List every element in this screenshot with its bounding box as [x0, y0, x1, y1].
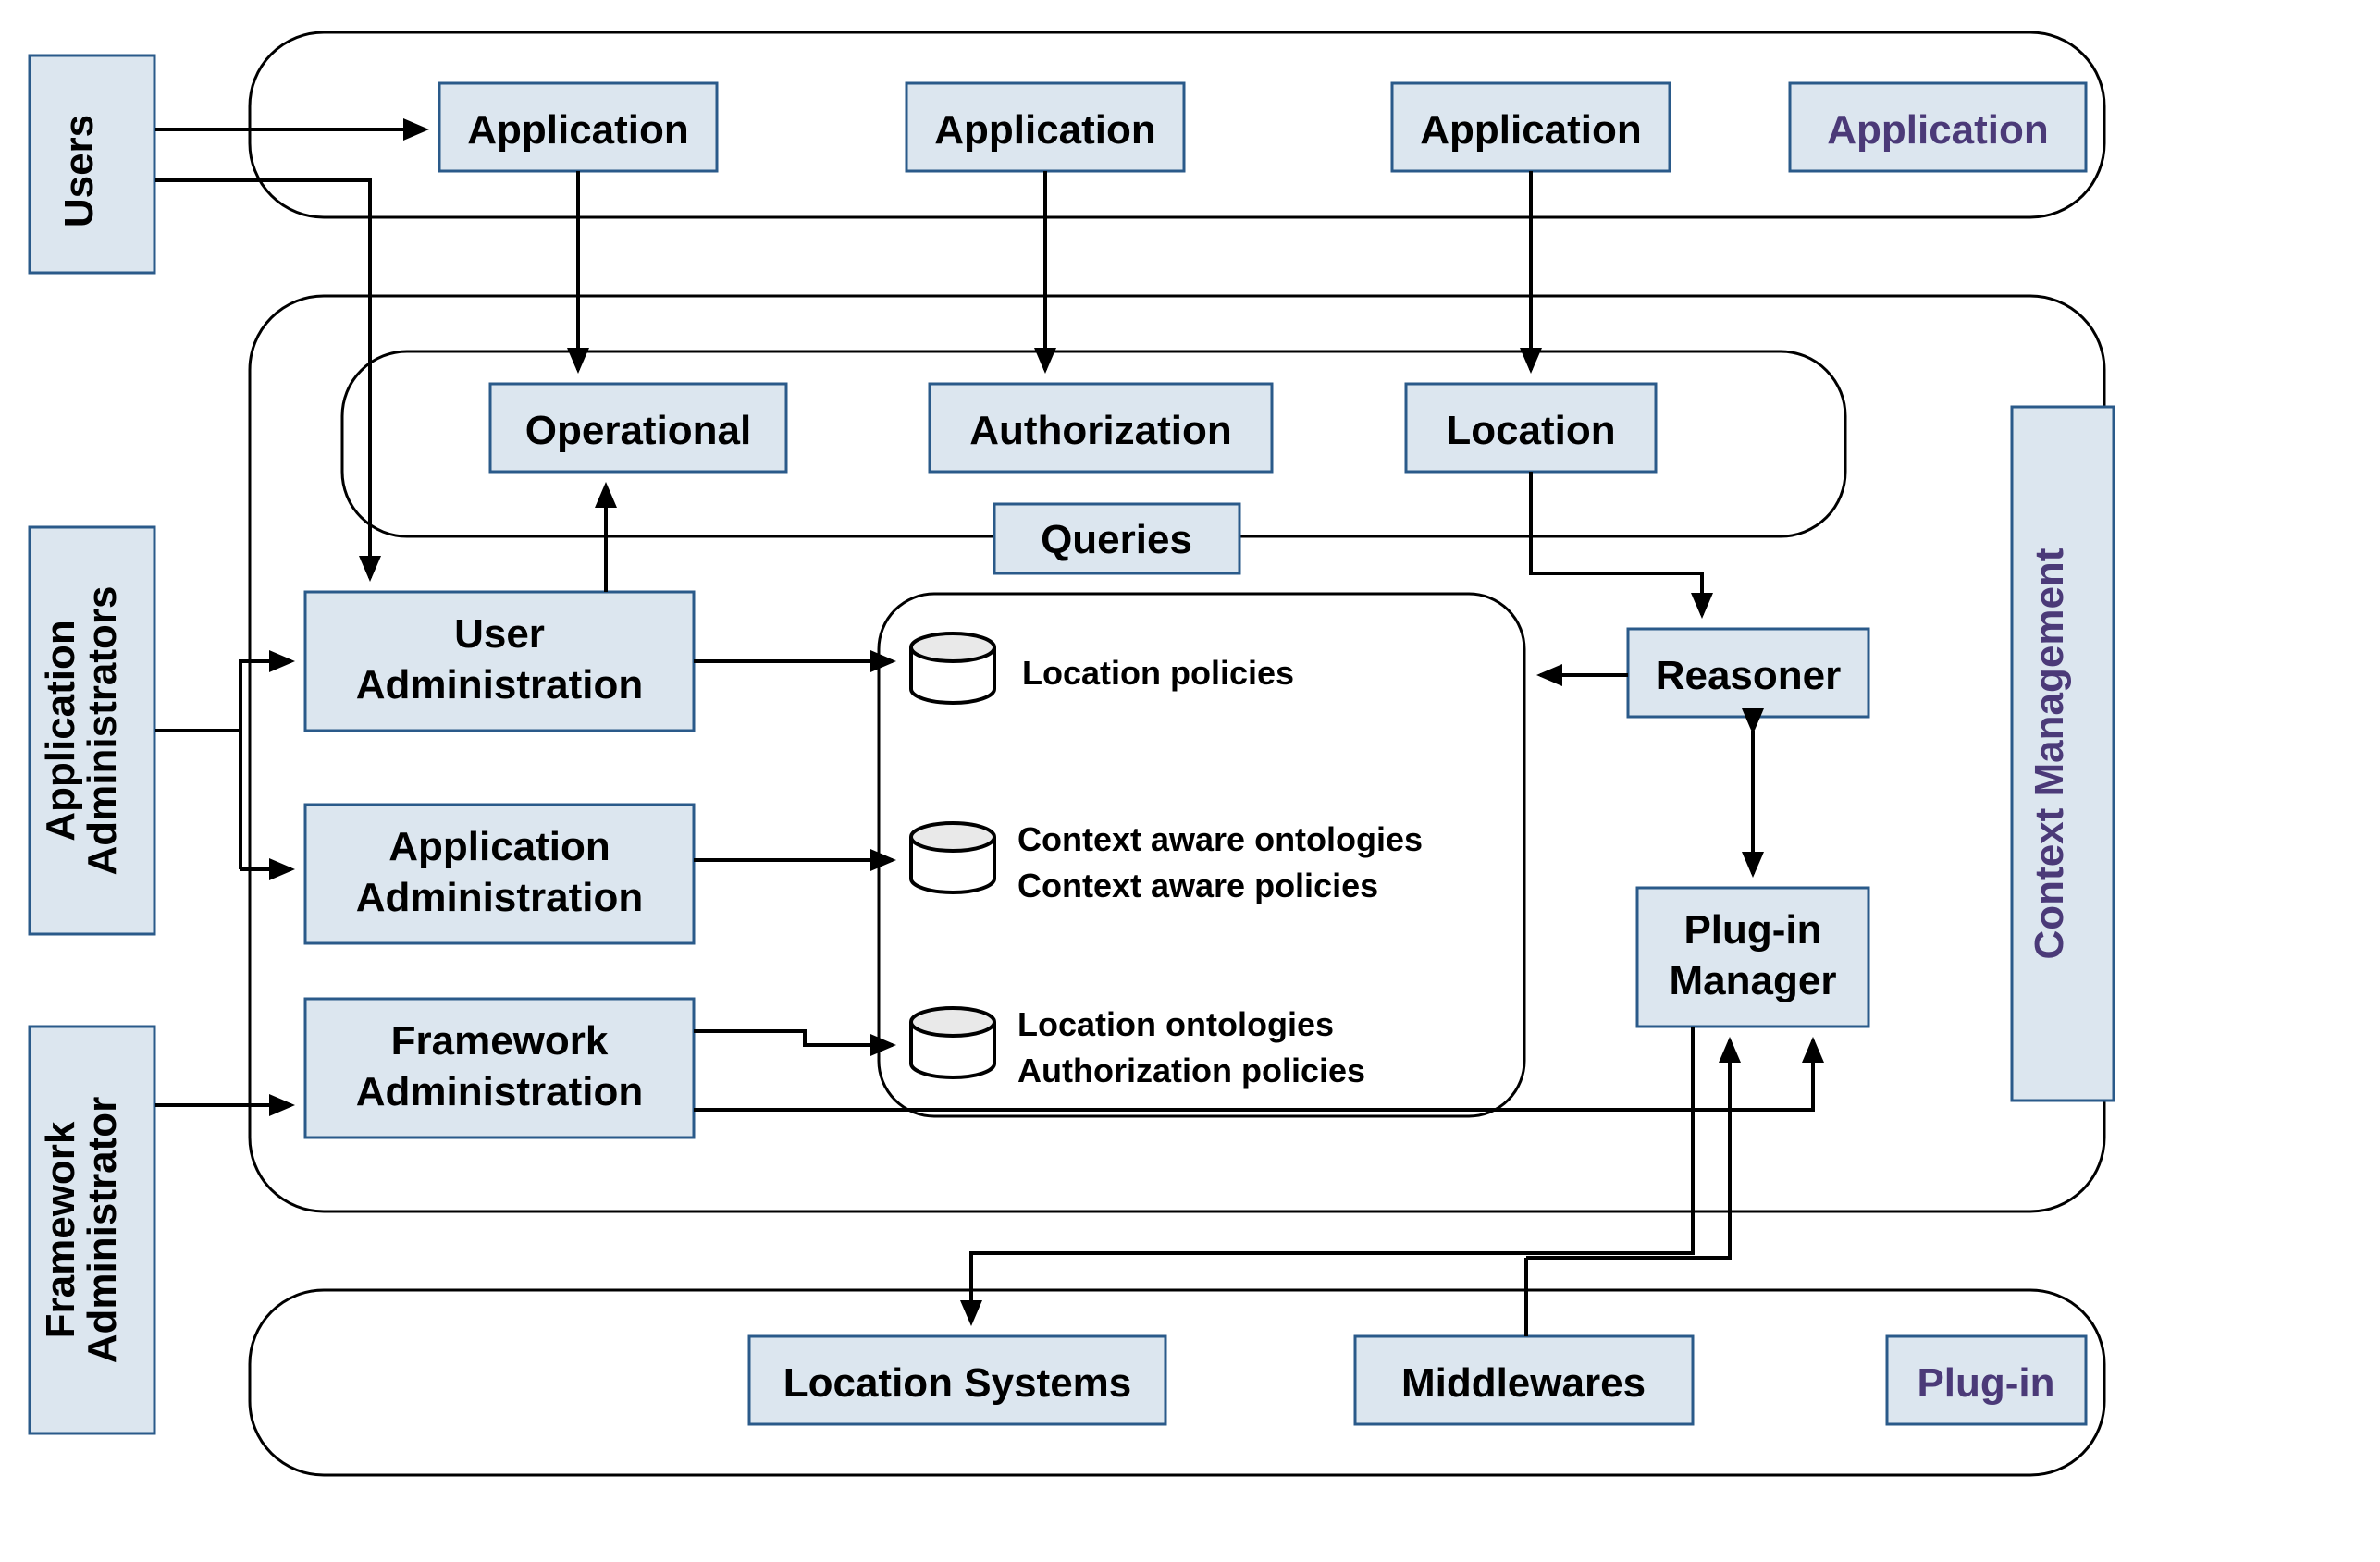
role-users-label: Users	[56, 115, 102, 228]
location-systems-box: Location Systems	[749, 1336, 1165, 1424]
db-loc-ontologies-label: Location ontologies	[1017, 1005, 1334, 1043]
role-fw-admin: Framework Administrator	[30, 1027, 154, 1433]
queries-authorization-label: Authorization	[969, 408, 1232, 453]
role-users: Users	[30, 55, 154, 273]
arrow-fwadmin-db3	[694, 1031, 893, 1045]
context-mgmt-label-box: Context Management	[2012, 407, 2114, 1101]
role-app-admins-l1: Application	[38, 620, 83, 842]
plugin-layer-label-box: Plug-in	[1887, 1336, 2086, 1424]
arrow-appadmins-useradmin	[155, 661, 291, 731]
role-fw-admin-l1: Framework	[38, 1121, 83, 1338]
user-admin-box: User Administration	[305, 592, 694, 731]
db-ca-ontologies-label: Context aware ontologies	[1017, 820, 1423, 858]
context-mgmt-label: Context Management	[2027, 547, 2072, 959]
queries-operational-label: Operational	[525, 408, 752, 453]
plugin-layer-container	[250, 1290, 2104, 1475]
app-box-1-label: Application	[467, 107, 689, 153]
queries-label-box: Queries	[994, 504, 1239, 573]
role-app-admins: Application Administrators	[30, 527, 154, 934]
db-ca-policies-label: Context aware policies	[1017, 867, 1378, 904]
app-admin-l2: Administration	[356, 875, 643, 920]
plugin-mgr-l2: Manager	[1670, 958, 1837, 1003]
db-context-aware: Context aware ontologies Context aware p…	[911, 820, 1423, 904]
app-admin-l1: Application	[388, 824, 610, 869]
db-auth-policies-label: Authorization policies	[1017, 1052, 1365, 1089]
app-box-3-label: Application	[1420, 107, 1642, 153]
fw-admin-box: Framework Administration	[305, 999, 694, 1138]
plugin-layer-label: Plug-in	[1917, 1360, 2054, 1406]
arrow-location-reasoner	[1531, 472, 1702, 615]
arrow-middlewares-pluginmgr	[1526, 1040, 1730, 1258]
arrow-users-to-user-admin	[155, 180, 370, 578]
queries-location: Location	[1406, 384, 1656, 472]
queries-authorization: Authorization	[930, 384, 1272, 472]
fw-admin-l2: Administration	[356, 1069, 643, 1114]
queries-label: Queries	[1041, 517, 1192, 562]
app-box-1: Application	[439, 83, 717, 171]
app-box-2-label: Application	[934, 107, 1156, 153]
plugin-mgr-l1: Plug-in	[1683, 907, 1821, 953]
queries-operational: Operational	[490, 384, 786, 472]
app-box-3: Application	[1392, 83, 1670, 171]
user-admin-l1: User	[454, 611, 545, 657]
queries-location-label: Location	[1446, 408, 1615, 453]
app-admin-box: Application Administration	[305, 805, 694, 943]
reasoner-box: Reasoner	[1628, 629, 1868, 717]
db-location-auth: Location ontologies Authorization polici…	[911, 1005, 1365, 1089]
user-admin-l2: Administration	[356, 662, 643, 707]
plugin-manager-box: Plug-in Manager	[1637, 888, 1868, 1027]
app-box-2: Application	[906, 83, 1184, 171]
location-systems-label: Location Systems	[783, 1360, 1132, 1406]
reasoner-label: Reasoner	[1656, 653, 1842, 698]
role-app-admins-l2: Administrators	[80, 586, 125, 876]
middlewares-box: Middlewares	[1355, 1336, 1693, 1424]
application-layer-label: Application	[1827, 107, 2049, 153]
fw-admin-l1: Framework	[391, 1018, 609, 1064]
db-location-policies-label: Location policies	[1022, 654, 1294, 692]
middlewares-label: Middlewares	[1401, 1360, 1646, 1406]
application-layer-label-box: Application	[1790, 83, 2086, 171]
db-location-policies: Location policies	[911, 633, 1294, 703]
role-fw-admin-l2: Administrator	[80, 1097, 125, 1363]
